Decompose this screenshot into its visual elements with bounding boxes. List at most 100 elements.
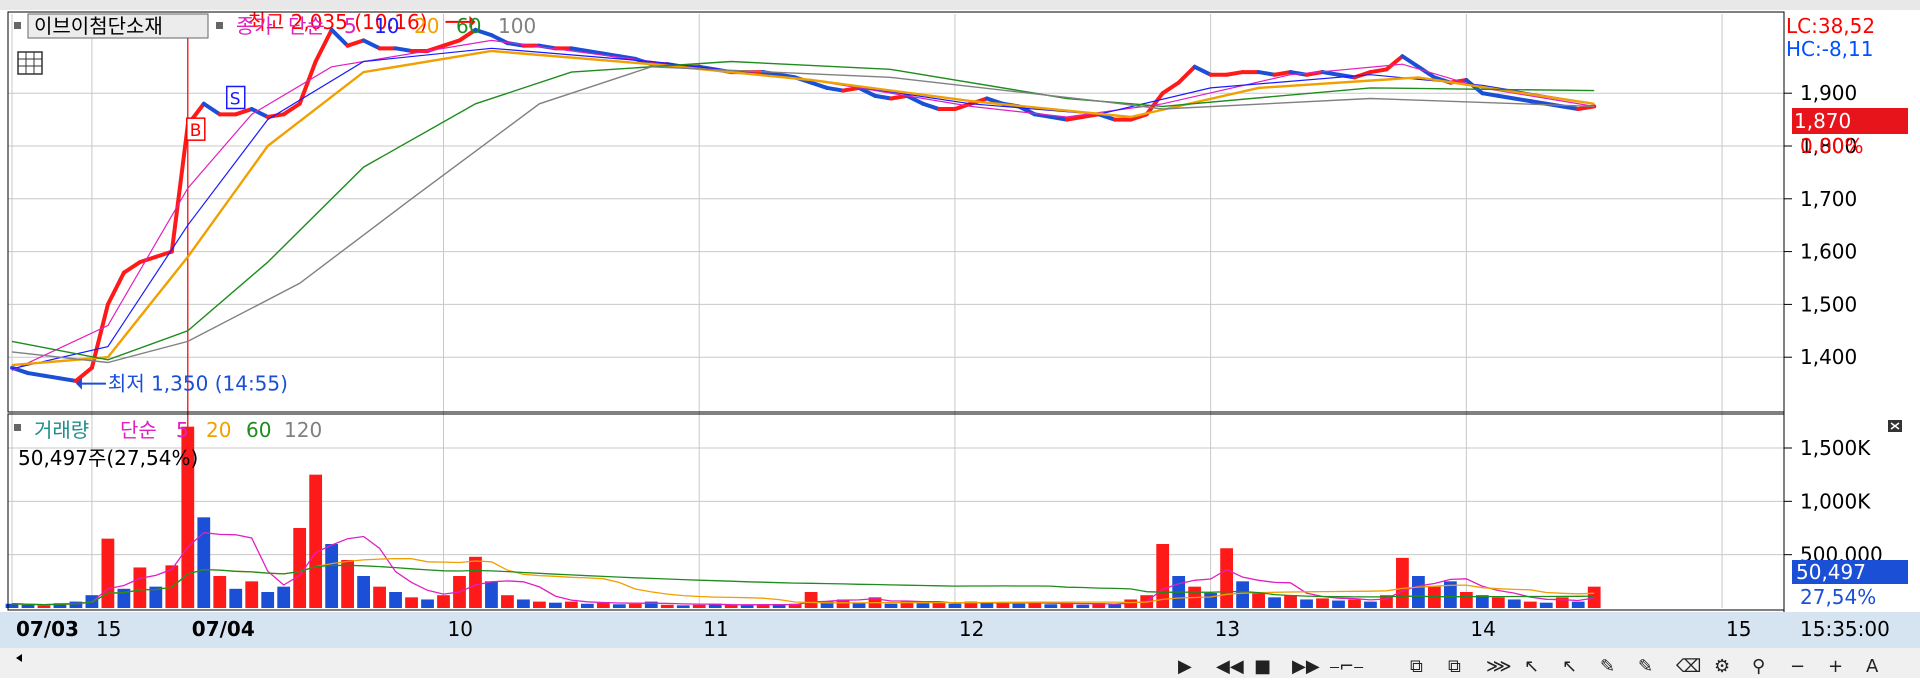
x-tick-label: 11 [703, 617, 728, 641]
volume-ma-120: 120 [284, 418, 322, 442]
volume-bar [1491, 597, 1505, 608]
bottom-toolbar [0, 648, 1920, 678]
price-segment [1272, 70, 1293, 77]
price-segment [1256, 70, 1277, 77]
volume-bar [1571, 601, 1585, 608]
volume-bar [1412, 576, 1425, 608]
volume-bar [1076, 604, 1090, 608]
current-volume-ratio: 27,54% [1800, 585, 1876, 609]
rewind-icon[interactable]: ◀◀ [1216, 656, 1244, 677]
x-tick-label: 12 [959, 617, 984, 641]
eraser-icon[interactable]: ⌫ [1676, 656, 1701, 677]
legend-toggle-icon[interactable] [14, 22, 21, 29]
volume-ma-20: 20 [206, 418, 231, 442]
volume-y-tick-label: 1,500K [1800, 436, 1871, 460]
ma-type-label: 단순 [288, 14, 325, 38]
pencil-icon[interactable]: ✎ [1600, 656, 1615, 677]
zoom-slider-icon[interactable]: ⎯⌐⎯ [1330, 656, 1363, 677]
volume-bar [660, 604, 674, 608]
volume-bar [1060, 603, 1074, 608]
volume-bar [469, 556, 482, 608]
y-tick-label: 1,500 [1800, 292, 1857, 316]
volume-bar [421, 599, 434, 608]
cursor-2-icon[interactable]: ↖ [1562, 656, 1577, 677]
volume-bar [1012, 603, 1026, 608]
volume-legend-toggle-icon[interactable] [14, 424, 21, 431]
chart-window: 최고 2,035 (10:16) 최저 1,350 (14:55) B S 07/03… [0, 0, 1920, 678]
volume-bar [1332, 600, 1345, 608]
settings-icon[interactable]: ⚙ [1714, 656, 1730, 677]
y-tick-label: 1,700 [1800, 187, 1857, 211]
pencil-2-icon[interactable]: ✎ [1638, 656, 1653, 677]
price-segment [1368, 67, 1389, 75]
low-marker-label: 최저 1,350 (14:55) [108, 372, 288, 396]
volume-ma-5: 5 [176, 418, 189, 442]
volume-bar [213, 576, 227, 608]
stop-icon[interactable]: ■ [1254, 656, 1271, 677]
price-segment [1560, 104, 1581, 112]
volume-bar [245, 581, 259, 608]
y-tick-label: 1,900 [1800, 81, 1857, 105]
volume-bar [1284, 595, 1297, 608]
text-icon[interactable]: A [1866, 656, 1879, 677]
plus-icon[interactable]: + [1828, 656, 1843, 677]
volume-bar [373, 586, 386, 608]
window-2-icon[interactable]: ⧉ [1448, 656, 1461, 677]
play-icon[interactable]: ▶ [1178, 656, 1192, 677]
volume-bar [948, 603, 962, 608]
volume-bar [1268, 597, 1281, 608]
y-tick-label: 1,400 [1800, 345, 1857, 369]
x-tick-label: 10 [448, 617, 473, 641]
volume-bar [980, 603, 994, 608]
volume-bar [676, 605, 690, 608]
x-tick-label: 07/04 [192, 617, 255, 641]
cursor-icon[interactable]: ↖ [1524, 656, 1539, 677]
volume-bar [21, 604, 35, 608]
volume-label: 거래량 [34, 418, 89, 442]
volume-bar [37, 605, 51, 608]
hc-value: HC:-8,11 [1786, 37, 1874, 61]
close-pane-icon[interactable] [1888, 420, 1902, 432]
volume-summary: 50,497주(27,54%) [18, 446, 198, 470]
ma-period-100: 100 [498, 14, 536, 38]
volume-bar [325, 544, 339, 608]
ma-legend-toggle-icon[interactable] [216, 22, 223, 29]
volume-bar [1044, 604, 1058, 608]
ma-period-60: 60 [456, 14, 481, 38]
volume-bar [932, 602, 946, 608]
current-price: 1,870 [1794, 109, 1851, 133]
price-segment [889, 93, 909, 101]
signal-label: S [230, 89, 241, 109]
volume-bar [1555, 597, 1569, 608]
ma-period-10: 10 [374, 14, 399, 38]
window-icon[interactable]: ⧉ [1410, 656, 1423, 677]
price-segment [1048, 114, 1069, 122]
volume-bar [740, 605, 754, 608]
search-icon[interactable]: ⚲ [1752, 656, 1765, 677]
volume-bar [628, 603, 642, 608]
current-change: 0.00% [1800, 134, 1864, 158]
ma-period-20: 20 [414, 14, 439, 38]
x-tick-label: 14 [1470, 617, 1495, 641]
volume-bar [357, 576, 370, 608]
volume-bar [1300, 599, 1313, 608]
volume-bar [1587, 586, 1601, 608]
volume-bar [309, 474, 323, 608]
volume-bar [1523, 601, 1537, 608]
price-segment [1320, 70, 1341, 77]
price-segment [41, 373, 62, 381]
minus-icon[interactable]: − [1790, 656, 1805, 677]
fast-forward-icon[interactable]: ▶▶ [1292, 656, 1320, 677]
volume-bar [69, 601, 83, 608]
volume-bar [261, 592, 275, 608]
grid-table-icon[interactable] [17, 51, 43, 75]
price-segment [1480, 91, 1501, 98]
price-segment [825, 85, 846, 93]
volume-bar [501, 595, 514, 608]
price-segment [1064, 114, 1085, 122]
volume-bar [277, 586, 291, 608]
stack-icon[interactable]: ⋙ [1486, 656, 1512, 677]
signal-label: B [190, 121, 202, 141]
x-tick-label: 15 [1726, 617, 1751, 641]
close-label: 종가 [236, 14, 273, 38]
